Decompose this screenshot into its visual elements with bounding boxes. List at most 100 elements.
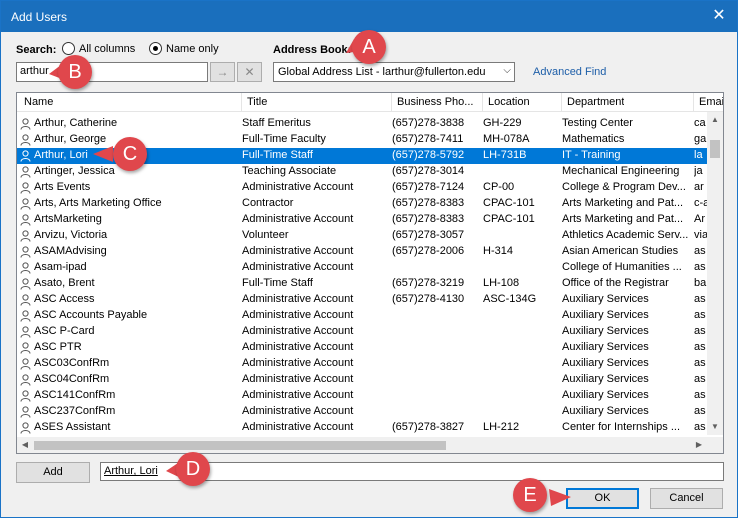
scroll-down-icon[interactable]: ▼ [707,419,723,435]
address-book-select[interactable]: Global Address List - larthur@fullerton.… [273,62,515,82]
person-icon [20,166,31,178]
table-row[interactable]: ASC141ConfRm Administrative Account Auxili… [17,388,707,404]
vertical-scrollbar[interactable]: ▲ ▼ [707,112,723,435]
cell-title: Administrative Account [242,181,354,193]
cell-email: ga [694,133,707,145]
table-row[interactable]: ASES Assistant Administrative Account (657… [17,420,707,436]
cell-email: c-a [694,197,708,209]
person-icon [20,326,31,338]
column-divider[interactable] [391,93,392,111]
cell-department: Asian American Studies [562,245,679,257]
ok-button[interactable]: OK [566,488,639,509]
cell-email: as [694,309,706,321]
cell-email: ar [694,181,704,193]
cell-title: Contractor [242,197,294,209]
table-row[interactable]: ArtsMarketing Administrative Account (657)… [17,212,707,228]
cell-title: Administrative Account [242,373,354,385]
column-divider[interactable] [241,93,242,111]
column-divider[interactable] [482,93,483,111]
cell-name: ASC04ConfRm [34,373,110,385]
col-department[interactable]: Department [567,96,624,108]
table-row[interactable]: Arts, Arts Marketing Office Contractor (65… [17,196,708,212]
cell-location: GH-229 [483,117,522,129]
col-title[interactable]: Title [247,96,267,108]
person-icon [20,150,31,162]
column-divider[interactable] [561,93,562,111]
cell-title: Administrative Account [242,309,354,321]
cell-name: ASAMAdvising [34,245,107,257]
table-row[interactable]: ASC03ConfRm Administrative Account Auxilia… [17,356,707,372]
search-input[interactable]: arthur [16,62,208,82]
cell-phone: (657)278-3219 [392,277,465,289]
close-icon[interactable]: ✕ [709,6,729,26]
cell-title: Administrative Account [242,325,354,337]
address-book-value: Global Address List - larthur@fullerton.… [278,66,486,78]
table-row[interactable]: ASAMAdvising Administrative Account (657)2… [17,244,707,260]
table-row[interactable]: ASC237ConfRm Administrative Account Auxili… [17,404,707,420]
cell-phone: (657)278-3827 [392,421,465,433]
person-icon [20,390,31,402]
scroll-left-icon[interactable]: ◀ [17,437,33,453]
cell-title: Full-Time Faculty [242,133,326,145]
person-icon [20,310,31,322]
callout-a: A [352,30,386,64]
search-label: Search: [16,44,57,56]
table-row[interactable]: ASC04ConfRm Administrative Account Auxilia… [17,372,707,388]
table-row[interactable]: ASC Accounts Payable Administrative Accou… [17,308,707,324]
radio-name-only[interactable]: Name only [149,42,219,55]
cell-title: Administrative Account [242,261,354,273]
cell-email: as [694,373,706,385]
horizontal-scrollbar[interactable]: ◀ ▶ [17,437,707,453]
person-icon [20,198,31,210]
radio-all-columns[interactable]: All columns [62,42,135,55]
cell-name: Arvizu, Victoria [34,229,108,241]
cell-phone: (657)278-3014 [392,165,465,177]
cell-email: as [694,405,706,417]
cell-location: LH-108 [483,277,520,289]
clear-search-icon[interactable]: ✕ [237,62,262,82]
table-row[interactable]: ASC Access Administrative Account (657)278… [17,292,707,308]
go-arrow-icon[interactable]: → [210,62,235,82]
col-phone[interactable]: Business Pho... [397,96,477,108]
scroll-right-icon[interactable]: ▶ [691,437,707,453]
person-icon [20,182,31,194]
cell-phone: (657)278-7411 [392,133,464,145]
add-button[interactable]: Add [16,462,90,483]
col-email[interactable]: Emai [699,96,723,108]
cell-location: CPAC-101 [483,197,535,209]
add-users-dialog: Add Users ✕ Search: All columns Name onl… [0,0,738,518]
cell-email: Ar [694,213,705,225]
cancel-button[interactable]: Cancel [650,488,723,509]
table-row[interactable]: Arthur, Catherine Staff Emeritus (657)278-… [17,116,707,132]
person-icon [20,358,31,370]
added-user: Arthur, Lori [104,465,158,477]
cell-email: as [694,357,706,369]
table-row[interactable]: Asam-ipad Administrative Account College o… [17,260,707,276]
scroll-thumb[interactable] [710,140,720,158]
col-name[interactable]: Name [24,96,53,108]
cell-title: Administrative Account [242,357,354,369]
table-row[interactable]: ASC PTR Administrative Account Auxiliary S… [17,340,707,356]
col-location[interactable]: Location [488,96,530,108]
cell-name: ASES Assistant [34,421,111,433]
cell-name: Arts, Arts Marketing Office [34,197,162,209]
cell-email: as [694,293,706,305]
scroll-thumb[interactable] [34,441,446,450]
table-row[interactable]: Asato, Brent Full-Time Staff (657)278-3219… [17,276,707,292]
cell-department: Arts Marketing and Pat... [562,197,684,209]
cell-department: Auxiliary Services [562,293,649,305]
radio-icon [62,42,75,55]
column-divider[interactable] [693,93,694,111]
cell-phone: (657)278-3057 [392,229,465,241]
cell-title: Administrative Account [242,245,354,257]
cell-name: Arts Events [34,181,91,193]
cell-email: via [694,229,708,241]
cell-title: Administrative Account [242,421,354,433]
scroll-up-icon[interactable]: ▲ [707,112,723,128]
advanced-find-link[interactable]: Advanced Find [533,66,606,78]
table-row[interactable]: ASC P-Card Administrative Account Auxiliar… [17,324,707,340]
table-row[interactable]: Arts Events Administrative Account (657)27… [17,180,707,196]
cell-email: as [694,325,706,337]
person-icon [20,230,31,242]
table-row[interactable]: Arvizu, Victoria Volunteer (657)278-3057 At… [17,228,708,244]
